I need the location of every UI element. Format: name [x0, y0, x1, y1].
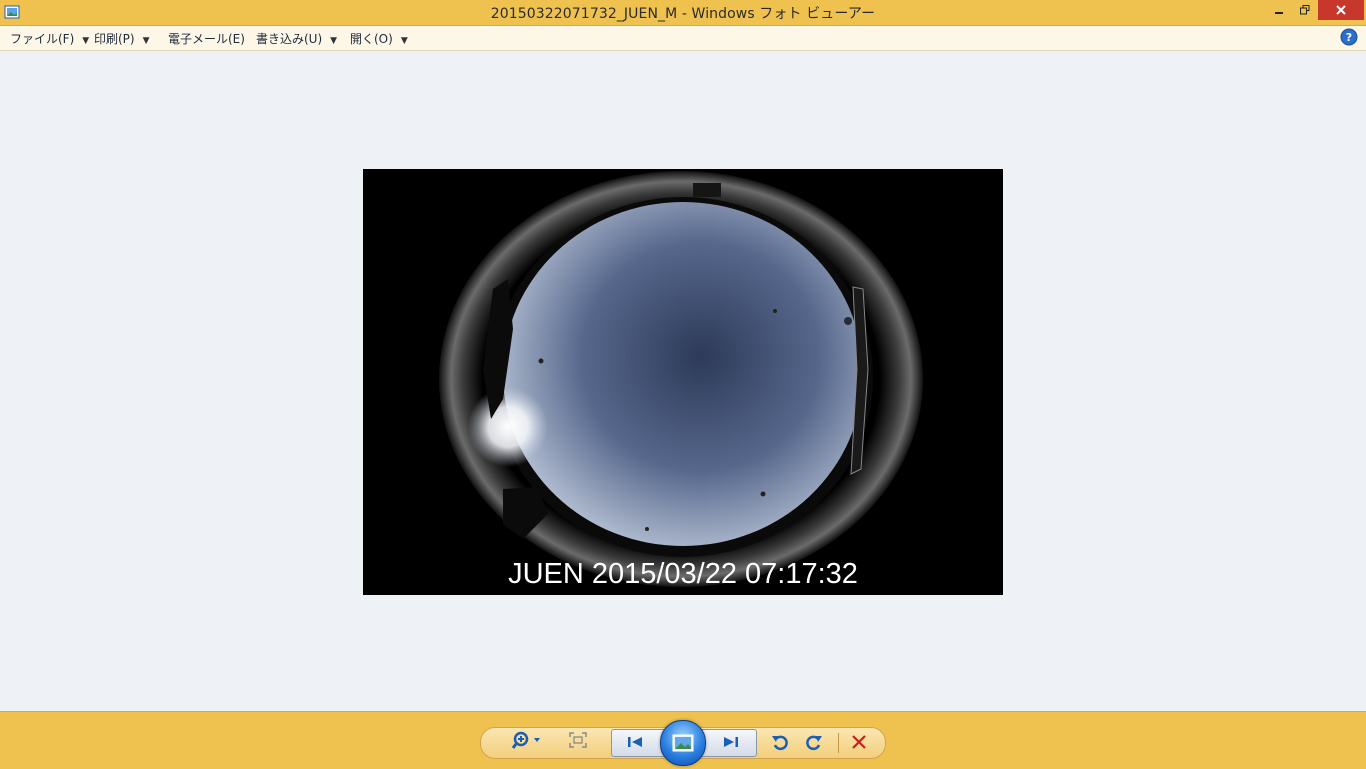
dropdown-arrow-icon: ▼ [400, 36, 408, 46]
window-title: 20150322071732_JUEN_M - Windows フォト ビューア… [490, 6, 876, 22]
slideshow-icon [672, 734, 694, 752]
menu-open[interactable]: 開く(O) ▼ [350, 30, 408, 47]
next-button[interactable] [716, 730, 746, 754]
menu-open-label: 開く(O) [350, 32, 393, 46]
menu-burn[interactable]: 書き込み(U) ▼ [256, 30, 337, 47]
restore-button[interactable] [1292, 0, 1318, 20]
svg-text:?: ? [1346, 31, 1352, 44]
fisheye-sky-photo [363, 169, 1003, 595]
menu-email[interactable]: 電子メール(E) [168, 30, 245, 47]
minimize-icon [1275, 12, 1283, 14]
bottom-toolbar [0, 711, 1366, 769]
rotate-left-button[interactable] [768, 730, 792, 754]
actual-size-icon [569, 732, 587, 748]
previous-icon [628, 737, 642, 747]
menu-burn-label: 書き込み(U) [256, 32, 323, 46]
rotate-left-icon [772, 735, 788, 751]
menu-email-label: 電子メール(E) [168, 32, 245, 46]
actual-size-button[interactable] [566, 728, 590, 752]
photo-timestamp-caption: JUEN 2015/03/22 07:17:32 [508, 558, 858, 590]
next-icon [724, 737, 738, 747]
zoom-icon [511, 731, 540, 749]
rotate-right-icon [806, 735, 822, 751]
menu-print[interactable]: 印刷(P) ▼ [94, 30, 150, 47]
menu-file-label: ファイル(F) [10, 32, 75, 46]
delete-icon [852, 735, 866, 749]
close-button[interactable] [1318, 0, 1364, 20]
dropdown-arrow-icon: ▼ [82, 36, 90, 46]
minimize-button[interactable] [1266, 0, 1292, 20]
menu-print-label: 印刷(P) [94, 32, 135, 46]
rotate-right-button[interactable] [802, 730, 826, 754]
delete-button[interactable] [846, 730, 872, 754]
photo-image[interactable]: JUEN 2015/03/22 07:17:32 [363, 169, 1003, 595]
zoom-button[interactable] [506, 728, 546, 752]
previous-button[interactable] [620, 730, 650, 754]
restore-icon [1300, 5, 1310, 15]
close-icon [1336, 5, 1346, 15]
menu-bar: ファイル(F) ▼ 印刷(P) ▼ 電子メール(E) 書き込み(U) ▼ 開く(O) ▼… [0, 26, 1366, 51]
slideshow-button[interactable] [660, 720, 706, 766]
menu-file[interactable]: ファイル(F) ▼ [10, 30, 89, 47]
dropdown-arrow-icon: ▼ [330, 36, 338, 46]
dropdown-arrow-icon: ▼ [142, 36, 150, 46]
toolbar-divider [838, 733, 839, 753]
title-bar: 20150322071732_JUEN_M - Windows フォト ビューア… [0, 0, 1366, 26]
help-icon[interactable]: ? [1340, 28, 1358, 46]
